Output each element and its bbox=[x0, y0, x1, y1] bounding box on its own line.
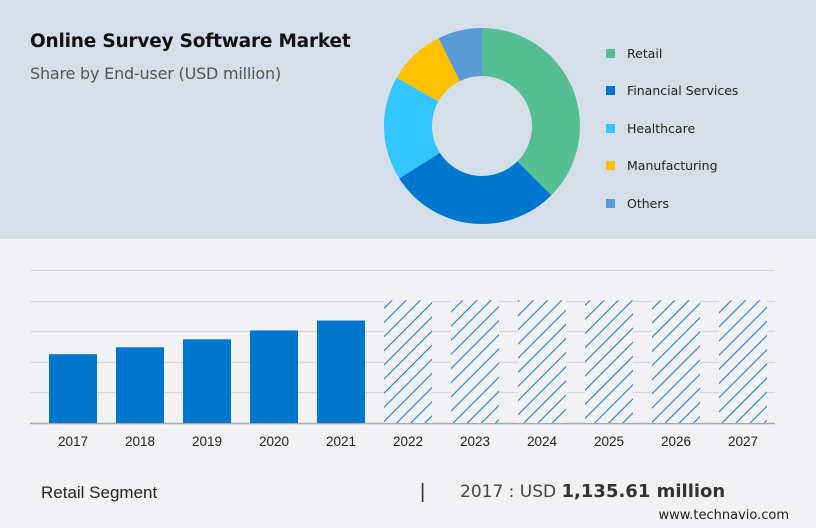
donut-chart bbox=[384, 28, 580, 224]
forecast-bar-2023 bbox=[451, 300, 499, 423]
x-tick-label: 2019 bbox=[192, 434, 222, 449]
x-tick-label: 2026 bbox=[661, 434, 691, 449]
source-url: www.technavio.com bbox=[658, 508, 789, 523]
legend-label: Manufacturing bbox=[627, 158, 718, 173]
forecast-bar-2027 bbox=[719, 300, 767, 423]
x-tick-label: 2027 bbox=[728, 434, 758, 449]
x-tick-label: 2022 bbox=[393, 434, 423, 449]
segment-value: 2017 : USD 1,135.61 million bbox=[460, 481, 725, 502]
bar-chart: 2017 2018 2019 2020 2021 2022 2023 2024 2025 2026… bbox=[30, 269, 775, 449]
segment-label: Retail Segment bbox=[41, 483, 158, 502]
legend-item: Retail bbox=[606, 43, 662, 63]
legend-label: Financial Services bbox=[627, 83, 739, 98]
segment-value-prefix: 2017 : USD bbox=[460, 482, 562, 502]
legend-swatch-icon bbox=[606, 48, 615, 58]
bar-2019 bbox=[183, 339, 231, 423]
legend-swatch-icon bbox=[606, 198, 615, 208]
segment-value-amount: 1,135.61 million bbox=[561, 481, 726, 502]
x-tick-label: 2017 bbox=[58, 434, 88, 449]
x-tick-label: 2023 bbox=[460, 434, 490, 449]
bar-2017 bbox=[49, 354, 97, 423]
legend-item: Manufacturing bbox=[606, 156, 718, 176]
x-tick-label: 2021 bbox=[326, 434, 356, 449]
legend-label: Healthcare bbox=[627, 120, 696, 136]
bar-2021 bbox=[317, 320, 365, 423]
x-tick-label: 2025 bbox=[594, 434, 624, 449]
footer-separator: | bbox=[420, 481, 426, 503]
bar-2018 bbox=[116, 347, 164, 423]
legend-item: Healthcare bbox=[606, 118, 695, 138]
forecast-bar-2024 bbox=[518, 300, 566, 423]
legend-label: Retail bbox=[627, 45, 663, 61]
forecast-bar-2022 bbox=[384, 300, 432, 423]
x-tick-label: 2020 bbox=[259, 434, 289, 449]
x-tick-label: 2018 bbox=[125, 434, 155, 449]
chart-title: Online Survey Software Market bbox=[30, 31, 351, 52]
chart-subtitle: Share by End-user (USD million) bbox=[30, 64, 281, 83]
forecast-bar-2025 bbox=[585, 300, 633, 423]
donut-slice-retail bbox=[482, 28, 580, 196]
legend-swatch-icon bbox=[606, 123, 615, 133]
top-panel: Online Survey Software Market Share by E… bbox=[0, 0, 816, 239]
legend-item: Others bbox=[606, 193, 669, 213]
legend-swatch-icon bbox=[606, 161, 615, 170]
legend-item: Financial Services bbox=[606, 81, 738, 101]
x-tick-label: 2024 bbox=[527, 434, 558, 449]
legend-swatch-icon bbox=[606, 86, 615, 95]
legend-label: Others bbox=[627, 195, 670, 211]
forecast-bar-2026 bbox=[652, 300, 700, 423]
bar-2020 bbox=[250, 330, 298, 423]
